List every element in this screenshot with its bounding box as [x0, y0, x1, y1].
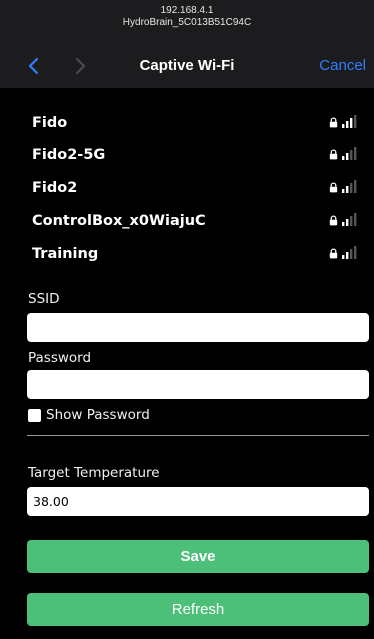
- cancel-button[interactable]: Cancel: [319, 56, 366, 76]
- network-name: Fido2-5G: [32, 147, 106, 163]
- password-input[interactable]: [27, 370, 369, 399]
- navigation-bar: 192.168.4.1 HydroBrain_5C013B51C94C Capt…: [0, 0, 374, 88]
- network-item[interactable]: ControlBox_x0WiajuC: [0, 209, 374, 233]
- chevron-left-icon[interactable]: [26, 56, 42, 76]
- network-name: ControlBox_x0WiajuC: [32, 213, 206, 229]
- show-password-label[interactable]: Show Password: [46, 406, 150, 424]
- address-host: HydroBrain_5C013B51C94C: [122, 17, 252, 28]
- lock-icon: [329, 182, 338, 193]
- chevron-right-icon[interactable]: [72, 56, 88, 76]
- target-temperature-input[interactable]: [27, 487, 369, 516]
- refresh-button[interactable]: Refresh: [27, 593, 369, 626]
- signal-strength-icon: [342, 213, 357, 226]
- save-button[interactable]: Save: [27, 540, 369, 573]
- lock-icon: [329, 215, 338, 226]
- signal-strength-icon: [342, 180, 357, 193]
- signal-strength-icon: [342, 115, 357, 128]
- network-name: Training: [32, 246, 99, 262]
- lock-icon: [329, 149, 338, 160]
- address-bar[interactable]: 192.168.4.1 HydroBrain_5C013B51C94C: [0, 5, 374, 29]
- target-temperature-label: Target Temperature: [28, 465, 160, 481]
- show-password-checkbox[interactable]: [28, 409, 41, 422]
- network-item[interactable]: Training: [0, 242, 374, 266]
- network-item[interactable]: Fido2-5G: [0, 143, 374, 167]
- ssid-label: SSID: [28, 291, 60, 307]
- lock-icon: [329, 248, 338, 259]
- page-title: Captive Wi-Fi: [139, 57, 235, 74]
- password-label: Password: [28, 350, 92, 366]
- network-item[interactable]: Fido: [0, 111, 374, 135]
- network-name: Fido: [32, 115, 68, 131]
- network-item[interactable]: Fido2: [0, 176, 374, 200]
- signal-strength-icon: [342, 147, 357, 160]
- signal-strength-icon: [342, 246, 357, 259]
- divider: [27, 435, 369, 436]
- network-name: Fido2: [32, 180, 78, 196]
- address-ip: 192.168.4.1: [160, 5, 214, 16]
- lock-icon: [329, 117, 338, 128]
- ssid-input[interactable]: [27, 313, 369, 342]
